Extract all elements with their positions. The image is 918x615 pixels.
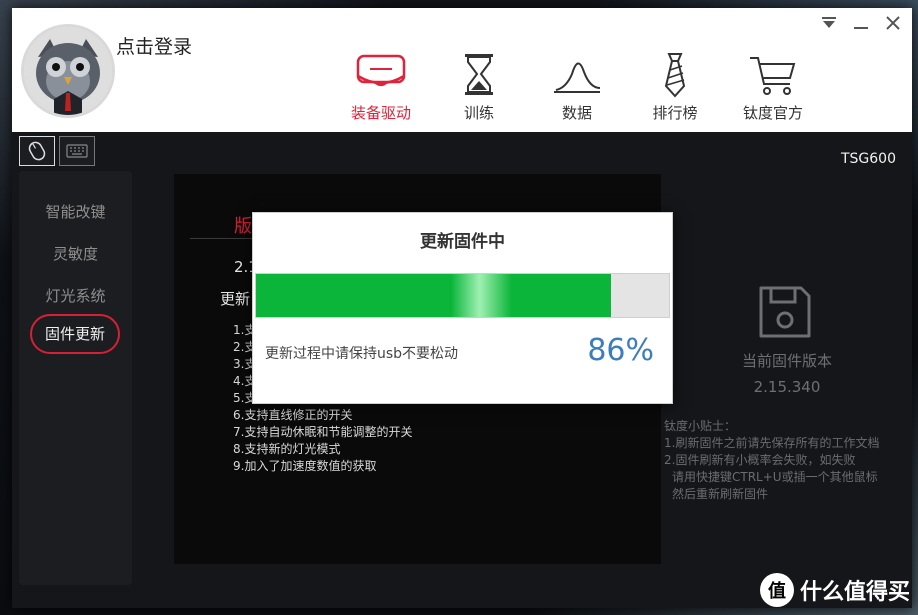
nav-training[interactable]: 训练 [430,50,528,123]
update-heading: 更新 [220,290,251,308]
side-menu: 智能改键 灵敏度 灯光系统 固件更新 [19,171,132,585]
watermark: 值 什么值得买 [759,573,910,607]
list-item: 9.加入了加速度数值的获取 [233,459,377,473]
side-item-sensitivity[interactable]: 灵敏度 [19,243,132,264]
tip-line: 请用快捷键CTRL+U或插一个其他鼠标 [672,470,878,484]
tips-panel: 钛度小贴士： 1.刷新固件之前请先保存所有的工作文档 2.固件刷新有小概率会失败… [664,418,904,503]
dialog-message: 更新过程中请保持usb不要松动 [265,346,459,362]
side-item-lighting[interactable]: 灯光系统 [19,285,132,306]
nav-drive[interactable]: 装备驱动 [332,50,430,123]
list-item: 6.支持直线修正的开关 [233,408,353,422]
curve-chart-icon [554,62,601,93]
nav-official[interactable]: 钛度官方 [724,50,822,123]
progress-bar [255,273,670,318]
login-link[interactable]: 点击登录 [116,32,192,59]
progress-fill [256,274,612,317]
list-item: 8.支持新的灯光模式 [233,442,341,456]
tip-line: 然后重新刷新固件 [672,487,769,501]
nav-training-label: 训练 [463,104,494,122]
dialog-title: 更新固件中 [420,232,505,252]
list-item: 7.支持自动休眠和节能调整的开关 [233,425,413,439]
minimize-icon[interactable] [852,14,870,32]
device-bar: TSG600 [12,132,912,172]
dropdown-icon[interactable] [820,14,838,32]
shopping-cart-icon [750,57,796,95]
side-item-key-mapping[interactable]: 智能改键 [19,201,132,222]
nav-drive-label: 装备驱动 [350,104,411,122]
side-item-firmware[interactable]: 固件更新 [30,314,120,354]
nav-ranking-label: 排行榜 [652,104,698,122]
hourglass-icon [465,54,493,95]
owl-avatar-icon [24,27,112,115]
main-nav: 装备驱动 训练 数据 排行榜 钛度官方 [332,50,822,123]
current-version-value: 2.15.340 [753,378,821,396]
close-icon[interactable] [884,14,902,32]
device-model: TSG600 [840,151,896,167]
nav-data[interactable]: 数据 [528,50,626,123]
nav-data-label: 数据 [561,104,592,122]
tie-icon [664,53,686,98]
version-title: 版 [234,216,252,237]
header-bar: 点击登录 装备驱动 训练 数据 排行榜 钛度官方 [12,8,912,132]
keyboard-icon [66,144,88,158]
tips-title: 钛度小贴士： [664,419,737,433]
keyboard-tab[interactable] [59,136,95,166]
avatar[interactable] [21,24,115,118]
nav-ranking[interactable]: 排行榜 [626,50,724,123]
progress-percent: 86% [587,333,654,368]
watermark-text: 什么值得买 [799,580,910,605]
window-controls [820,14,902,32]
mouse-tab[interactable] [19,136,55,166]
drive-icon [356,54,406,87]
current-version-label: 当前固件版本 [741,352,832,370]
tip-line: 2.固件刷新有小概率会失败，如失败 [664,453,856,467]
smzdm-logo-icon: 值 [759,573,794,607]
floppy-disk-icon [759,286,811,338]
tip-line: 1.刷新固件之前请先保存所有的工作文档 [664,436,880,450]
mouse-icon [28,141,46,161]
nav-official-label: 钛度官方 [742,104,803,122]
firmware-update-dialog: 更新固件中 更新过程中请保持usb不要松动 86% [252,212,673,404]
